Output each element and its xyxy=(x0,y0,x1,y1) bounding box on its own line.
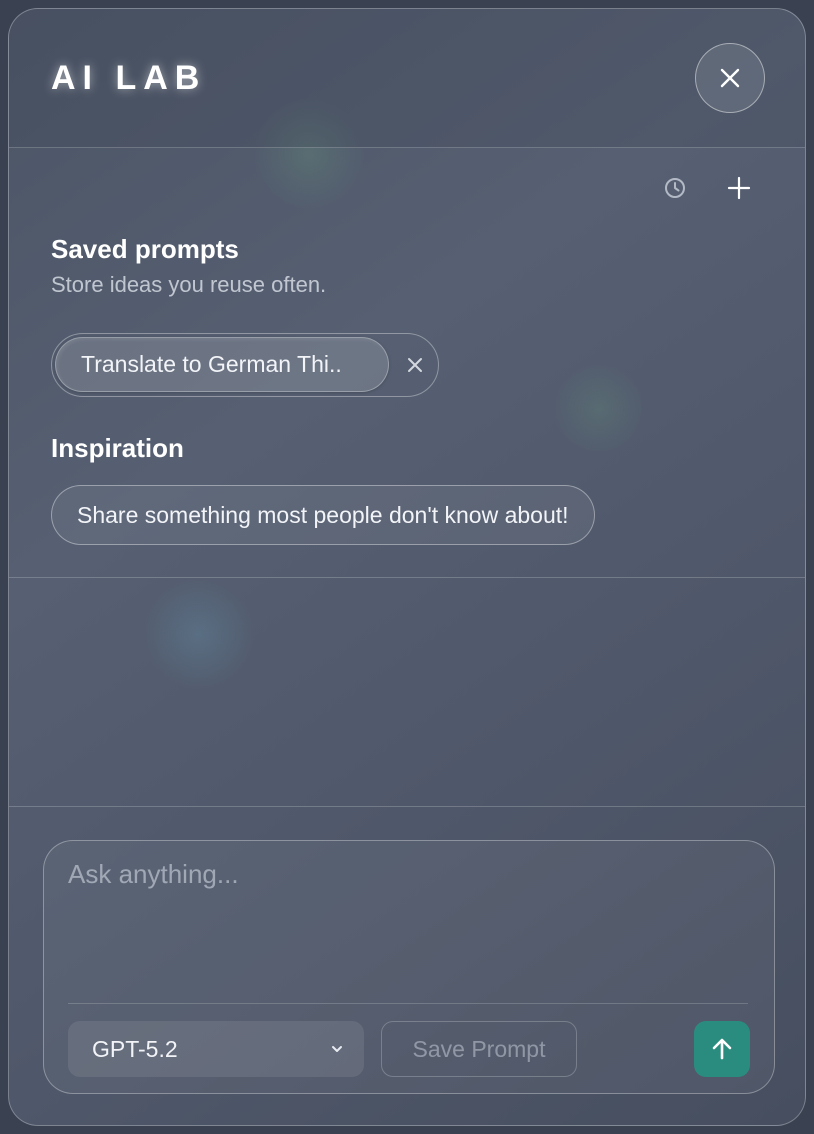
saved-prompt-item: Translate to German Thi.. xyxy=(51,333,439,397)
clock-icon xyxy=(665,178,685,198)
plus-icon xyxy=(727,176,751,200)
app-title: AI LAB xyxy=(51,59,207,97)
remove-saved-prompt-button[interactable] xyxy=(400,350,430,380)
model-select[interactable]: GPT-5.2 xyxy=(68,1021,364,1077)
saved-prompts-title: Saved prompts xyxy=(51,234,239,264)
close-icon xyxy=(720,68,740,88)
send-button[interactable] xyxy=(694,1021,750,1077)
add-prompt-button[interactable] xyxy=(723,172,755,204)
inspiration-title: Inspiration xyxy=(51,433,184,463)
inspiration-chip[interactable]: Share something most people don't know a… xyxy=(51,485,595,545)
messages-area xyxy=(9,579,805,807)
composer-divider xyxy=(68,1003,748,1004)
ai-lab-panel: AI LAB Saved prompts Store ideas you reu… xyxy=(8,8,806,1126)
prompt-input[interactable] xyxy=(68,859,748,989)
close-icon xyxy=(408,358,422,372)
arrow-up-icon xyxy=(712,1038,732,1060)
close-button[interactable] xyxy=(695,43,765,113)
chevron-down-icon xyxy=(328,1040,346,1058)
prompts-section: Saved prompts Store ideas you reuse ofte… xyxy=(9,148,805,578)
model-select-value: GPT-5.2 xyxy=(92,1035,178,1062)
panel-header: AI LAB xyxy=(9,9,805,148)
history-button[interactable] xyxy=(659,172,691,204)
saved-prompts-subtitle: Store ideas you reuse often. xyxy=(51,272,327,297)
composer: GPT-5.2 Save Prompt xyxy=(43,840,775,1094)
saved-prompt-chip[interactable]: Translate to German Thi.. xyxy=(55,337,389,392)
save-prompt-button[interactable]: Save Prompt xyxy=(381,1021,577,1077)
